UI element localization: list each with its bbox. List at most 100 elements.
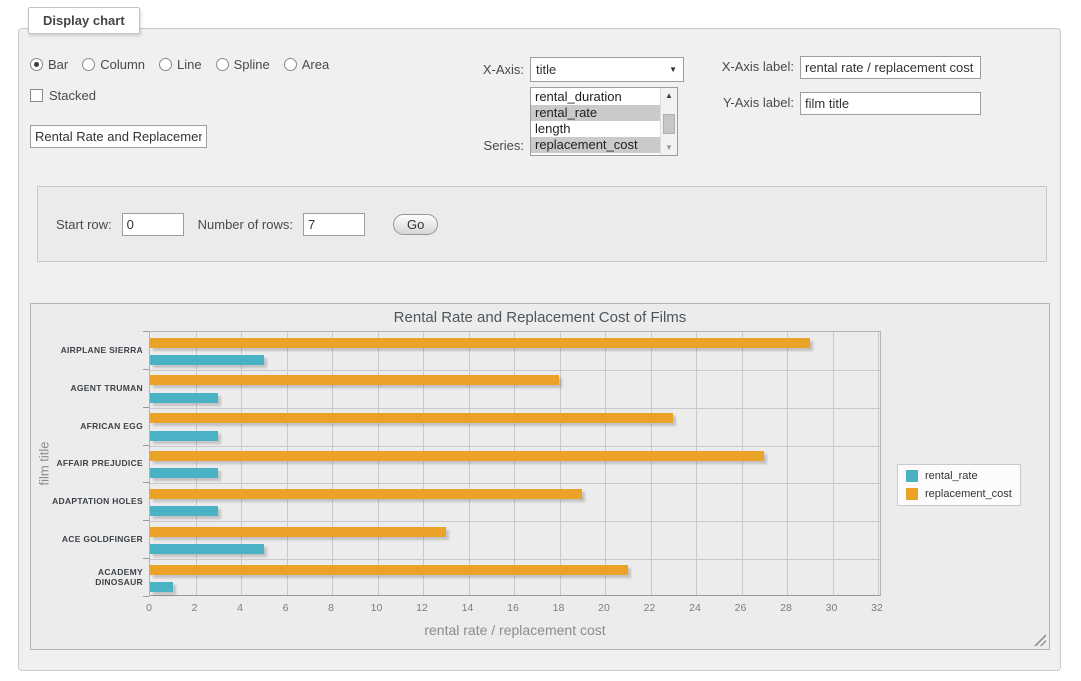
gridline-vertical: [469, 332, 470, 595]
series-scrollbar[interactable]: ▲ ▼: [660, 88, 677, 155]
series-option-replacement_cost[interactable]: replacement_cost: [531, 137, 660, 153]
gridline-vertical: [241, 332, 242, 595]
scrollbar-thumb[interactable]: [663, 114, 675, 134]
x-axis-tick-label: 16: [493, 602, 533, 614]
gridline-horizontal: [150, 446, 880, 447]
radio-icon[interactable]: [216, 58, 229, 71]
resize-handle-icon[interactable]: [1034, 634, 1046, 646]
chart-type-radio-area[interactable]: Area: [284, 57, 329, 72]
chart-type-radio-column[interactable]: Column: [82, 57, 145, 72]
chart-container: Rental Rate and Replacement Cost of Film…: [30, 303, 1050, 650]
y-axis-tick: [143, 331, 149, 332]
x-axis-tick-label: 10: [357, 602, 397, 614]
go-button[interactable]: Go: [393, 214, 438, 235]
radio-label: Line: [177, 57, 202, 72]
stacked-checkbox[interactable]: [30, 89, 43, 102]
row-selector-panel: Start row: Number of rows: Go: [37, 186, 1047, 262]
x-axis-tick-label: 4: [220, 602, 260, 614]
x-axis-label-field-label: X-Axis label:: [700, 59, 794, 74]
chart-title-input[interactable]: [30, 125, 207, 148]
radio-label: Bar: [48, 57, 68, 72]
x-axis-selected-value: title: [531, 62, 669, 77]
scroll-down-icon[interactable]: ▼: [661, 140, 677, 155]
x-axis-tick-label: 12: [402, 602, 442, 614]
bar-replacement_cost: [150, 375, 559, 385]
gridline-vertical: [423, 332, 424, 595]
radio-icon[interactable]: [159, 58, 172, 71]
legend-label: replacement_cost: [925, 488, 1012, 500]
legend-label: rental_rate: [925, 470, 978, 482]
chart-title: Rental Rate and Replacement Cost of Film…: [31, 309, 1049, 326]
y-category-label: AFRICAN EGG: [51, 407, 143, 445]
start-row-label: Start row:: [56, 217, 112, 232]
chart-type-radio-group: Bar Column Line Spline Area: [30, 57, 329, 72]
y-axis-tick: [143, 445, 149, 446]
gridline-vertical: [833, 332, 834, 595]
chart-type-radio-spline[interactable]: Spline: [216, 57, 270, 72]
fieldset-legend: Display chart: [28, 7, 140, 34]
gridline-horizontal: [150, 408, 880, 409]
x-axis-tick-label: 32: [857, 602, 897, 614]
radio-label: Column: [100, 57, 145, 72]
x-axis-tick-label: 2: [175, 602, 215, 614]
chart-legend: rental_rate replacement_cost: [897, 464, 1021, 506]
legend-entry: replacement_cost: [906, 488, 1012, 500]
scroll-up-icon[interactable]: ▲: [661, 88, 677, 103]
series-option-length[interactable]: length: [531, 121, 660, 137]
y-axis-tick: [143, 407, 149, 408]
gridline-horizontal: [150, 521, 880, 522]
y-axis-tick: [143, 482, 149, 483]
start-row-input[interactable]: [122, 213, 184, 236]
x-axis-tick-label: 22: [630, 602, 670, 614]
x-axis-select[interactable]: title ▼: [530, 57, 684, 82]
x-axis-tick-label: 18: [539, 602, 579, 614]
chart-plot-area: [149, 331, 881, 596]
radio-icon[interactable]: [284, 58, 297, 71]
radio-icon[interactable]: [82, 58, 95, 71]
legend-entry: rental_rate: [906, 470, 1012, 482]
x-axis-tick-label: 6: [266, 602, 306, 614]
bar-rental_rate: [150, 468, 218, 478]
series-listbox[interactable]: rental_durationrental_ratelengthreplacem…: [530, 87, 678, 156]
bar-rental_rate: [150, 355, 264, 365]
series-option-rental_rate[interactable]: rental_rate: [531, 105, 660, 121]
series-option-rental_duration[interactable]: rental_duration: [531, 89, 660, 105]
gridline-horizontal: [150, 559, 880, 560]
x-axis-tick-label: 28: [766, 602, 806, 614]
gridline-vertical: [787, 332, 788, 595]
bar-replacement_cost: [150, 489, 582, 499]
x-axis-tick-label: 20: [584, 602, 624, 614]
gridline-vertical: [560, 332, 561, 595]
gridline-vertical: [332, 332, 333, 595]
num-rows-input[interactable]: [303, 213, 365, 236]
legend-swatch-icon: [906, 470, 918, 482]
bar-replacement_cost: [150, 527, 446, 537]
chart-type-radio-line[interactable]: Line: [159, 57, 202, 72]
bar-replacement_cost: [150, 565, 628, 575]
gridline-vertical: [878, 332, 879, 595]
series-options: rental_durationrental_ratelengthreplacem…: [531, 88, 660, 155]
bar-rental_rate: [150, 506, 218, 516]
page: Display chart Bar Column Line Spline Area St…: [0, 0, 1081, 681]
x-axis-label: X-Axis:: [460, 62, 524, 77]
y-axis-tick: [143, 558, 149, 559]
gridline-vertical: [287, 332, 288, 595]
gridline-vertical: [605, 332, 606, 595]
y-axis-label-field-label: Y-Axis label:: [700, 95, 794, 110]
gridline-vertical: [651, 332, 652, 595]
y-axis-tick: [143, 369, 149, 370]
y-axis-label-input[interactable]: [800, 92, 981, 115]
chart-type-radio-bar[interactable]: Bar: [30, 57, 68, 72]
stacked-checkbox-row[interactable]: Stacked: [30, 88, 96, 103]
chevron-down-icon: ▼: [669, 65, 683, 74]
y-axis-tick: [143, 520, 149, 521]
bar-rental_rate: [150, 431, 218, 441]
x-axis-tick-label: 8: [311, 602, 351, 614]
radio-icon[interactable]: [30, 58, 43, 71]
bar-rental_rate: [150, 544, 264, 554]
x-axis-tick-label: 30: [812, 602, 852, 614]
legend-swatch-icon: [906, 488, 918, 500]
x-axis-label-input[interactable]: [800, 56, 981, 79]
bar-replacement_cost: [150, 338, 810, 348]
radio-label: Spline: [234, 57, 270, 72]
